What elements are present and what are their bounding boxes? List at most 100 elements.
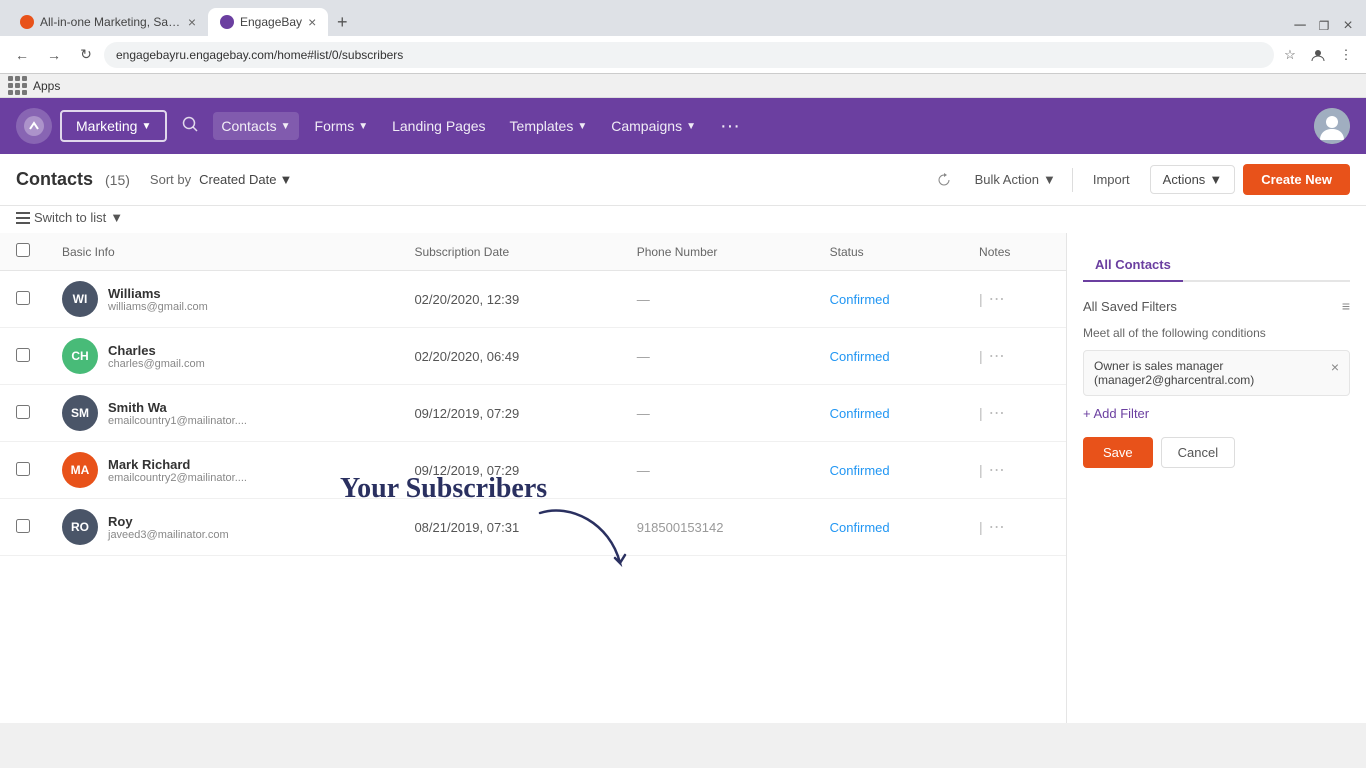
switch-list-chevron: ▼ (110, 210, 123, 225)
save-filter-button[interactable]: Save (1083, 437, 1153, 468)
row-edit-icon[interactable]: | (979, 462, 983, 478)
landing-pages-nav-link[interactable]: Landing Pages (384, 112, 493, 140)
tab2-favicon (220, 15, 234, 29)
row-checkbox-cell[interactable] (0, 385, 46, 442)
close-window-button[interactable]: × (1338, 16, 1358, 36)
forward-button[interactable]: → (40, 41, 68, 69)
notes-cell: | ⋯ (963, 271, 1066, 328)
filter-close-button[interactable]: × (1331, 359, 1339, 375)
cancel-filter-button[interactable]: Cancel (1161, 437, 1235, 468)
toolbar-divider (1072, 168, 1073, 192)
row-more-icon[interactable]: ⋯ (989, 289, 1005, 309)
campaigns-nav-link[interactable]: Campaigns ▼ (603, 112, 704, 140)
phone-number-header: Phone Number (621, 233, 814, 271)
contacts-count: (15) (105, 172, 130, 188)
nav-bar: Marketing ▼ Contacts ▼ Forms ▼ Landing P… (0, 98, 1366, 154)
row-checkbox[interactable] (16, 462, 30, 476)
import-button[interactable]: Import (1081, 168, 1142, 191)
tab1-favicon (20, 15, 34, 29)
row-checkbox[interactable] (16, 405, 30, 419)
status-cell: Confirmed (814, 385, 963, 442)
contact-name[interactable]: Mark Richard (108, 457, 247, 472)
marketing-nav-button[interactable]: Marketing ▼ (60, 110, 167, 142)
status-cell: Confirmed (814, 499, 963, 556)
profile-icon[interactable] (1306, 43, 1330, 67)
templates-nav-link[interactable]: Templates ▼ (502, 112, 596, 140)
filter-tag: Owner is sales manager (manager2@gharcen… (1083, 350, 1350, 396)
row-checkbox-cell[interactable] (0, 271, 46, 328)
saved-filters-section: All Saved Filters ≡ (1083, 298, 1350, 314)
tab1-close[interactable]: × (188, 14, 196, 30)
condition-text: Meet all of the following conditions (1083, 326, 1350, 340)
new-tab-button[interactable]: + (328, 8, 356, 36)
logo-icon[interactable] (16, 108, 52, 144)
row-more-icon[interactable]: ⋯ (989, 346, 1005, 366)
create-new-button[interactable]: Create New (1243, 164, 1350, 195)
all-contacts-tab[interactable]: All Contacts (1083, 249, 1183, 282)
row-checkbox[interactable] (16, 348, 30, 362)
status-cell: Confirmed (814, 271, 963, 328)
select-all-header[interactable] (0, 233, 46, 271)
contact-name[interactable]: Smith Wa (108, 400, 247, 415)
row-checkbox-cell[interactable] (0, 328, 46, 385)
minimize-button[interactable]: ─ (1290, 16, 1310, 36)
row-edit-icon[interactable]: | (979, 348, 983, 364)
browser-tab-1[interactable]: All-in-one Marketing, Sales, Supp... × (8, 8, 208, 36)
row-more-icon[interactable]: ⋯ (989, 403, 1005, 423)
row-edit-icon[interactable]: | (979, 291, 983, 307)
apps-grid-icon[interactable] (8, 76, 27, 95)
row-edit-icon[interactable]: | (979, 405, 983, 421)
status-cell: Confirmed (814, 442, 963, 499)
contacts-nav-link[interactable]: Contacts ▼ (213, 112, 298, 140)
back-button[interactable]: ← (8, 41, 36, 69)
apps-label[interactable]: Apps (33, 79, 60, 93)
row-more-icon[interactable]: ⋯ (989, 460, 1005, 480)
switch-to-list-button[interactable]: Switch to list ▼ (16, 210, 123, 225)
sort-chevron: ▼ (279, 172, 292, 187)
contact-name[interactable]: Williams (108, 286, 208, 301)
filter-tag-text: Owner is sales manager (manager2@gharcen… (1094, 359, 1331, 387)
panel-tabs: All Contacts (1083, 249, 1350, 282)
add-filter-button[interactable]: + Add Filter (1083, 406, 1350, 421)
basic-info-header: Basic Info (46, 233, 398, 271)
contact-name[interactable]: Charles (108, 343, 205, 358)
maximize-button[interactable]: ❐ (1314, 16, 1334, 36)
search-icon[interactable] (175, 109, 205, 144)
row-checkbox[interactable] (16, 291, 30, 305)
filter-icon[interactable]: ≡ (1342, 298, 1350, 314)
user-avatar[interactable] (1314, 108, 1350, 144)
toolbar: Contacts (15) Sort by Created Date ▼ Bul… (0, 154, 1366, 206)
reload-button[interactable]: ↻ (72, 41, 100, 69)
notes-header: Notes (963, 233, 1066, 271)
row-checkbox-cell[interactable] (0, 499, 46, 556)
refresh-button[interactable] (929, 165, 959, 195)
actions-button[interactable]: Actions ▼ (1150, 165, 1236, 194)
contact-avatar: MA (62, 452, 98, 488)
phone-number-cell: — (621, 442, 814, 499)
subscription-date-cell: 02/20/2020, 06:49 (398, 328, 620, 385)
sort-value-dropdown[interactable]: Created Date ▼ (199, 172, 292, 187)
browser-tab-2[interactable]: EngageBay × (208, 8, 328, 36)
forms-nav-link[interactable]: Forms ▼ (307, 112, 377, 140)
bookmark-icon[interactable]: ☆ (1278, 43, 1302, 67)
right-panel: All Contacts All Saved Filters ≡ Meet al… (1066, 233, 1366, 723)
row-checkbox[interactable] (16, 519, 30, 533)
campaigns-chevron: ▼ (686, 121, 696, 132)
contact-avatar: RO (62, 509, 98, 545)
subscription-date-cell: 02/20/2020, 12:39 (398, 271, 620, 328)
row-edit-icon[interactable]: | (979, 519, 983, 535)
marketing-chevron: ▼ (141, 121, 151, 132)
more-nav-button[interactable]: ··· (712, 109, 748, 144)
menu-icon[interactable]: ⋮ (1334, 43, 1358, 67)
row-more-icon[interactable]: ⋯ (989, 517, 1005, 537)
subscription-date-cell: 09/12/2019, 07:29 (398, 385, 620, 442)
bulk-action-button[interactable]: Bulk Action ▼ (967, 168, 1064, 191)
subscription-date-cell: 08/21/2019, 07:31 (398, 499, 620, 556)
phone-number-cell: — (621, 271, 814, 328)
select-all-checkbox[interactable] (16, 243, 30, 257)
tab2-close[interactable]: × (308, 14, 316, 30)
address-bar[interactable] (104, 42, 1274, 68)
row-checkbox-cell[interactable] (0, 442, 46, 499)
contact-name[interactable]: Roy (108, 514, 229, 529)
subscription-date-cell: 09/12/2019, 07:29 (398, 442, 620, 499)
